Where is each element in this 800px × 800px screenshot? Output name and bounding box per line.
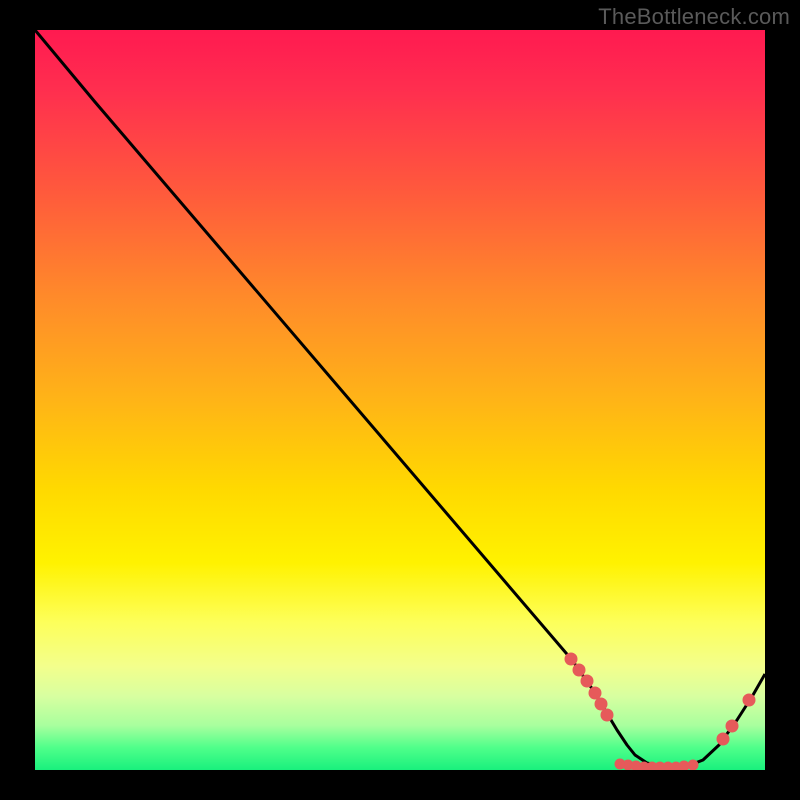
watermark-text: TheBottleneck.com bbox=[598, 4, 790, 30]
plot-area bbox=[35, 30, 765, 770]
chart-frame: TheBottleneck.com bbox=[0, 0, 800, 800]
marker-cluster-left bbox=[565, 653, 613, 721]
curve-layer bbox=[35, 30, 765, 770]
marker-cluster-bottom bbox=[615, 759, 698, 770]
bottleneck-curve bbox=[35, 30, 765, 767]
